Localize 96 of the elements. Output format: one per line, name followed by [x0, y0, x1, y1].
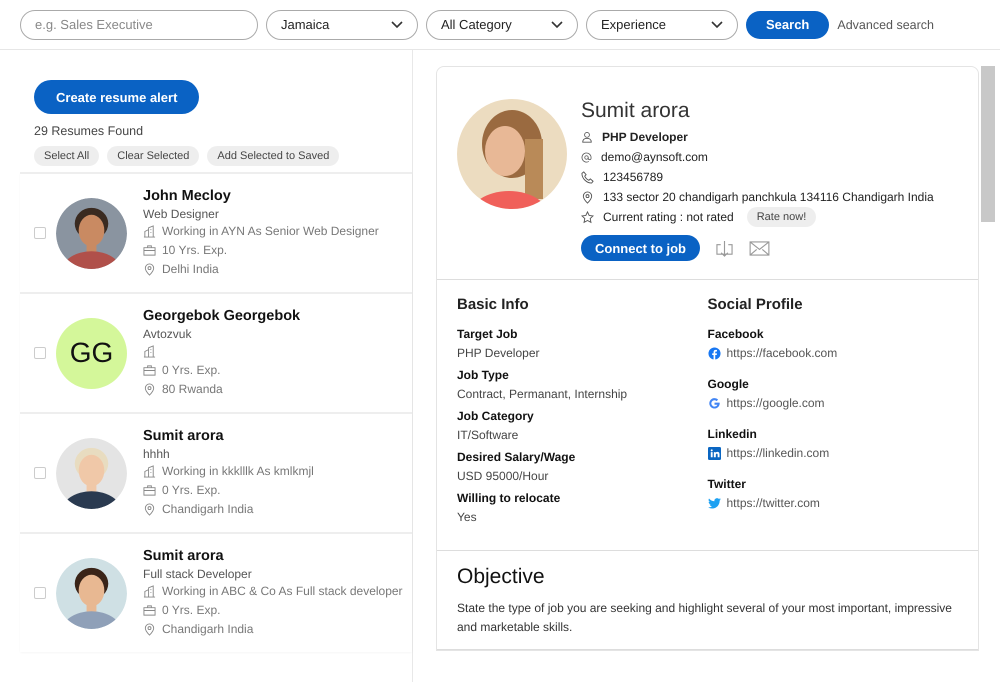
candidate-card[interactable]: Sumit arora Full stack Developer Working in ABC & Co As Full stack developer 0 Yrs. Exp. Chandigarh India	[20, 532, 412, 652]
building-icon	[143, 585, 156, 598]
at-sign-icon	[581, 152, 592, 162]
work-text: Working in ABC & Co As Full stack developer	[162, 584, 403, 598]
linkedin-icon	[708, 446, 720, 460]
field-value: Contract, Permanant, Internship	[457, 387, 628, 401]
profile-address: 133 sector 20 chandigarh panchkula 134116 Chandigarh India	[603, 190, 934, 204]
section-heading: Social Profile	[708, 296, 804, 313]
filter-dropdown[interactable]: Experience	[586, 10, 738, 40]
candidate-title: Web Designer	[143, 207, 220, 221]
candidate-title: Full stack Developer	[143, 567, 253, 581]
field-label: Job Category	[457, 409, 535, 423]
social-link[interactable]: https://twitter.com	[726, 496, 820, 510]
checkbox[interactable]	[34, 467, 46, 479]
envelope-icon[interactable]	[749, 240, 770, 256]
social-label: Google	[708, 377, 750, 391]
candidate-title: Avtozvuk	[143, 327, 192, 341]
candidate-title: hhhh	[143, 447, 171, 461]
social-link[interactable]: https://linkedin.com	[726, 446, 830, 460]
field-value: USD 95000/Hour	[457, 469, 550, 483]
search-button[interactable]: Search	[746, 10, 830, 38]
experience-text: 0 Yrs. Exp.	[162, 363, 220, 377]
profile-phone: 123456789	[603, 170, 664, 184]
checkbox[interactable]	[34, 227, 46, 239]
briefcase-icon	[143, 244, 156, 257]
chevron-down-icon	[391, 20, 403, 28]
bird-icon	[708, 498, 720, 508]
checkbox[interactable]	[34, 587, 46, 599]
profile-role: PHP Developer	[602, 130, 688, 144]
section-heading: Basic Info	[457, 296, 530, 313]
location-text: Delhi India	[162, 262, 219, 276]
location-pin-icon	[143, 503, 156, 516]
briefcase-icon	[143, 604, 156, 617]
work-text: Working in AYN As Senior Web Designer	[162, 224, 379, 238]
profile-name: Sumit arora	[581, 99, 691, 123]
location-pin-icon	[581, 190, 594, 204]
field-value: Yes	[457, 510, 478, 524]
rating-text: Current rating : not rated	[603, 210, 734, 224]
candidate-name[interactable]: Georgebok Georgebok	[143, 308, 300, 324]
building-icon	[143, 225, 156, 238]
field-label: Target Job	[457, 327, 518, 341]
candidate-name[interactable]: Sumit arora	[143, 548, 403, 564]
candidate-name[interactable]: John Mecloy	[143, 188, 379, 204]
section-heading: Objective	[457, 565, 546, 589]
person-icon	[581, 131, 593, 143]
scrollbar[interactable]	[981, 66, 995, 222]
results-count: 29 Resumes Found	[34, 124, 144, 138]
candidate-card[interactable]: Sumit arora hhhh Working in kkklllk As kmlkmjl 0 Yrs. Exp. Chandigarh India	[20, 412, 412, 532]
location-text: 80 Rwanda	[162, 382, 223, 396]
keyword-field[interactable]: e.g. Sales Executive	[20, 10, 258, 40]
phone-icon	[581, 170, 594, 184]
field-value: PHP Developer	[457, 346, 540, 360]
social-link[interactable]: https://facebook.com	[726, 346, 838, 360]
experience-text: 0 Yrs. Exp.	[162, 603, 220, 617]
objective-text: State the type of job you are seeking and highlight several of your most important, impressive and marketable skills.	[457, 600, 953, 636]
social-label: Linkedin	[708, 427, 758, 441]
experience-text: 10 Yrs. Exp.	[162, 243, 228, 257]
field-label: Desired Salary/Wage	[457, 450, 576, 464]
initials-avatar: GG	[56, 318, 127, 388]
field-label: Willing to relocate	[457, 491, 562, 505]
location-text: Chandigarh India	[162, 622, 254, 636]
social-link[interactable]: https://google.com	[726, 396, 825, 410]
rate-now-button[interactable]: Rate now!	[746, 207, 816, 227]
location-pin-icon	[143, 383, 156, 396]
field-label: Job Type	[457, 368, 510, 382]
profile-email: demo@aynsoft.com	[601, 150, 708, 164]
download-icon[interactable]	[716, 238, 733, 258]
star-icon	[581, 210, 594, 224]
candidate-card[interactable]: John Mecloy Web Designer Working in AYN As Senior Web Designer 10 Yrs. Exp. Delhi India	[20, 172, 412, 292]
selection-action-button[interactable]: Add Selected to Saved	[207, 146, 340, 166]
briefcase-icon	[143, 484, 156, 497]
building-icon	[143, 345, 156, 358]
chevron-down-icon	[551, 20, 563, 28]
selection-action-button[interactable]: Select All	[34, 146, 100, 166]
field-value: IT/Software	[457, 428, 520, 442]
location-pin-icon	[143, 623, 156, 636]
social-label: Twitter	[708, 477, 747, 491]
candidate-name[interactable]: Sumit arora	[143, 428, 314, 444]
google-icon	[708, 396, 720, 410]
chevron-down-icon	[711, 20, 723, 28]
connect-to-job-button[interactable]: Connect to job	[581, 235, 700, 261]
create-alert-button[interactable]: Create resume alert	[34, 80, 200, 114]
candidate-card[interactable]: GG Georgebok Georgebok Avtozvuk 0 Yrs. Exp. 80 Rwanda	[20, 292, 412, 412]
facebook-icon	[708, 346, 720, 360]
filter-dropdown[interactable]: Jamaica	[266, 10, 418, 40]
experience-text: 0 Yrs. Exp.	[162, 483, 220, 497]
work-text: Working in kkklllk As kmlkmjl	[162, 464, 314, 478]
building-icon	[143, 465, 156, 478]
selection-action-button[interactable]: Clear Selected	[107, 146, 200, 166]
location-text: Chandigarh India	[162, 502, 254, 516]
filter-dropdown[interactable]: All Category	[426, 10, 578, 40]
checkbox[interactable]	[34, 347, 46, 359]
advanced-search-link[interactable]: Advanced search	[837, 18, 934, 32]
location-pin-icon	[143, 263, 156, 276]
briefcase-icon	[143, 364, 156, 377]
social-label: Facebook	[708, 327, 765, 341]
